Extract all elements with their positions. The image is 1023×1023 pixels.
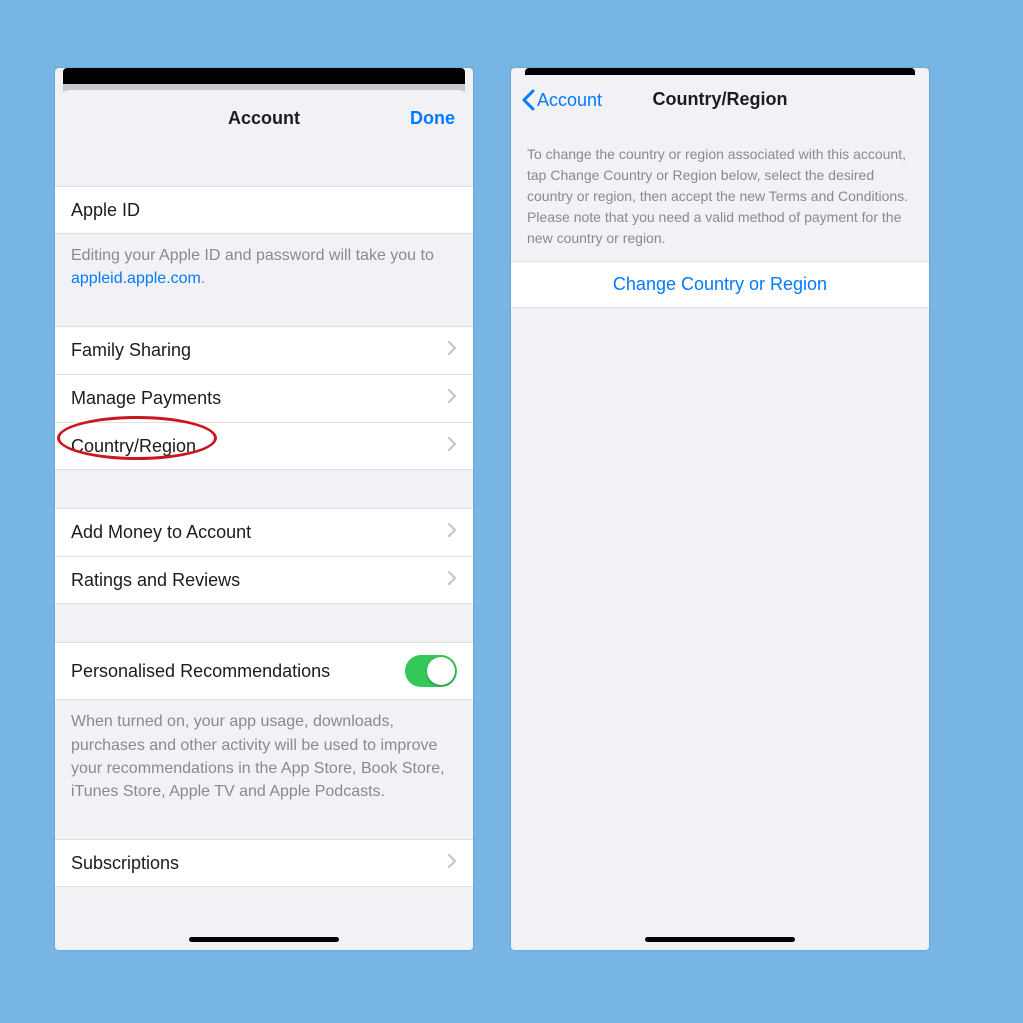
chevron-right-icon: [447, 436, 457, 457]
personalised-recommendations-row[interactable]: Personalised Recommendations: [55, 642, 473, 700]
instructions-text: To change the country or region associat…: [511, 130, 929, 261]
content-scroll[interactable]: To change the country or region associat…: [511, 130, 929, 937]
chevron-right-icon: [447, 388, 457, 409]
done-button[interactable]: Done: [410, 108, 455, 129]
row-label: Family Sharing: [71, 340, 191, 361]
navbar: Account Done: [55, 90, 473, 148]
row-label: Manage Payments: [71, 388, 221, 409]
ratings-reviews-row[interactable]: Ratings and Reviews: [55, 556, 473, 604]
apple-id-row[interactable]: Apple ID: [55, 186, 473, 234]
row-label: Personalised Recommendations: [71, 661, 330, 682]
family-sharing-row[interactable]: Family Sharing: [55, 326, 473, 374]
account-sheet: Account Done Apple ID Editing your Apple…: [55, 90, 473, 950]
add-money-row[interactable]: Add Money to Account: [55, 508, 473, 556]
account-screen: Account Done Apple ID Editing your Apple…: [55, 68, 473, 950]
subscriptions-row[interactable]: Subscriptions: [55, 839, 473, 887]
nav-title: Country/Region: [653, 89, 788, 109]
content-scroll[interactable]: Apple ID Editing your Apple ID and passw…: [55, 148, 473, 937]
nav-title: Account: [228, 108, 300, 128]
appleid-link[interactable]: appleid.apple.com: [71, 270, 201, 287]
chevron-right-icon: [447, 340, 457, 361]
manage-payments-row[interactable]: Manage Payments: [55, 374, 473, 422]
device-frame-top: [63, 68, 465, 84]
chevron-right-icon: [447, 570, 457, 591]
row-label: Add Money to Account: [71, 522, 251, 543]
home-indicator-icon: [189, 937, 339, 942]
row-label: Country/Region: [71, 436, 196, 457]
change-country-button[interactable]: Change Country or Region: [511, 261, 929, 308]
country-region-row[interactable]: Country/Region: [55, 422, 473, 470]
row-label: Ratings and Reviews: [71, 570, 240, 591]
row-label: Subscriptions: [71, 853, 179, 874]
chevron-right-icon: [447, 522, 457, 543]
recommendations-footer: When turned on, your app usage, download…: [55, 700, 473, 815]
back-label: Account: [537, 90, 602, 111]
apple-id-label: Apple ID: [71, 200, 140, 221]
recommendations-toggle[interactable]: [405, 655, 457, 687]
chevron-right-icon: [447, 853, 457, 874]
apple-id-footer: Editing your Apple ID and password will …: [55, 234, 473, 302]
country-region-screen: Account Country/Region To change the cou…: [511, 68, 929, 950]
country-region-sheet: Account Country/Region To change the cou…: [511, 75, 929, 950]
back-button[interactable]: Account: [521, 89, 602, 111]
navbar: Account Country/Region: [511, 75, 929, 130]
home-indicator-icon: [645, 937, 795, 942]
chevron-left-icon: [521, 89, 535, 111]
